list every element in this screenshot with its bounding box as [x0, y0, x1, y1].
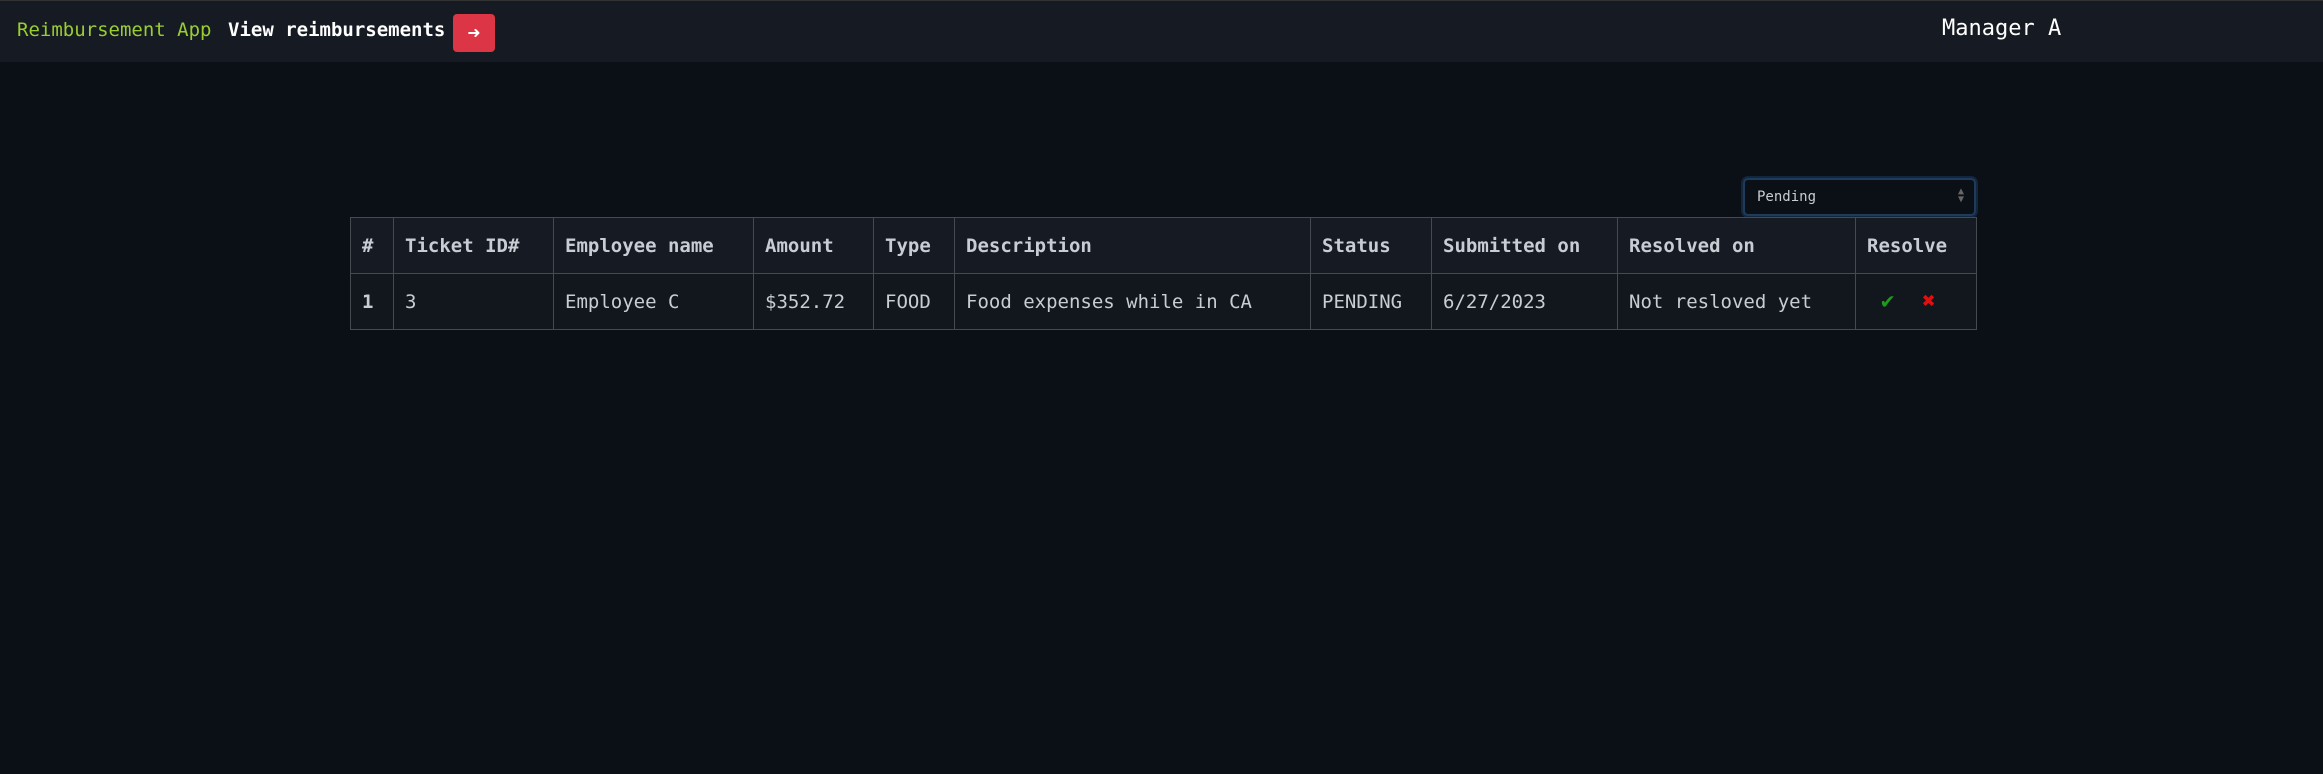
col-submitted: Submitted on: [1431, 217, 1618, 274]
submitted-on: 6/27/2023: [1431, 273, 1618, 330]
col-resolve: Resolve: [1855, 217, 1977, 274]
view-reimbursements-link[interactable]: View reimbursements: [228, 19, 445, 41]
select-arrows-icon: ▲ ▼: [1957, 186, 1964, 205]
col-ticket: Ticket ID#: [393, 217, 554, 274]
reimbursements-table: # Ticket ID# Employee name Amount Type D…: [350, 217, 1977, 330]
brand-link[interactable]: Reimbursement App: [17, 19, 211, 41]
col-index: #: [350, 217, 394, 274]
navbar: Reimbursement App View reimbursements ➜ …: [0, 0, 2323, 62]
resolve-actions: ✔ ✖: [1855, 273, 1977, 330]
approve-check-icon[interactable]: ✔: [1881, 289, 1894, 314]
status-filter-value: Pending: [1757, 189, 1817, 205]
col-employee: Employee name: [553, 217, 754, 274]
status-filter-select[interactable]: Pending ▲ ▼: [1743, 178, 1976, 216]
table-header-row: # Ticket ID# Employee name Amount Type D…: [350, 217, 1977, 274]
type: FOOD: [873, 273, 955, 330]
amount: $352.72: [753, 273, 874, 330]
col-resolved: Resolved on: [1617, 217, 1856, 274]
deny-x-icon[interactable]: ✖: [1922, 289, 1935, 314]
logout-button[interactable]: ➜: [453, 14, 495, 52]
col-amount: Amount: [753, 217, 874, 274]
sign-out-icon: ➜: [467, 25, 481, 42]
employee-name: Employee C: [553, 273, 754, 330]
col-description: Description: [954, 217, 1311, 274]
ticket-id: 3: [393, 273, 554, 330]
col-type: Type: [873, 217, 955, 274]
table-row: 1 3 Employee C $352.72 FOOD Food expense…: [350, 273, 1977, 330]
row-index: 1: [350, 273, 394, 330]
col-status: Status: [1310, 217, 1432, 274]
status: PENDING: [1310, 273, 1432, 330]
current-user: Manager A: [1942, 16, 2062, 41]
resolved-on: Not resloved yet: [1617, 273, 1856, 330]
description: Food expenses while in CA: [954, 273, 1311, 330]
